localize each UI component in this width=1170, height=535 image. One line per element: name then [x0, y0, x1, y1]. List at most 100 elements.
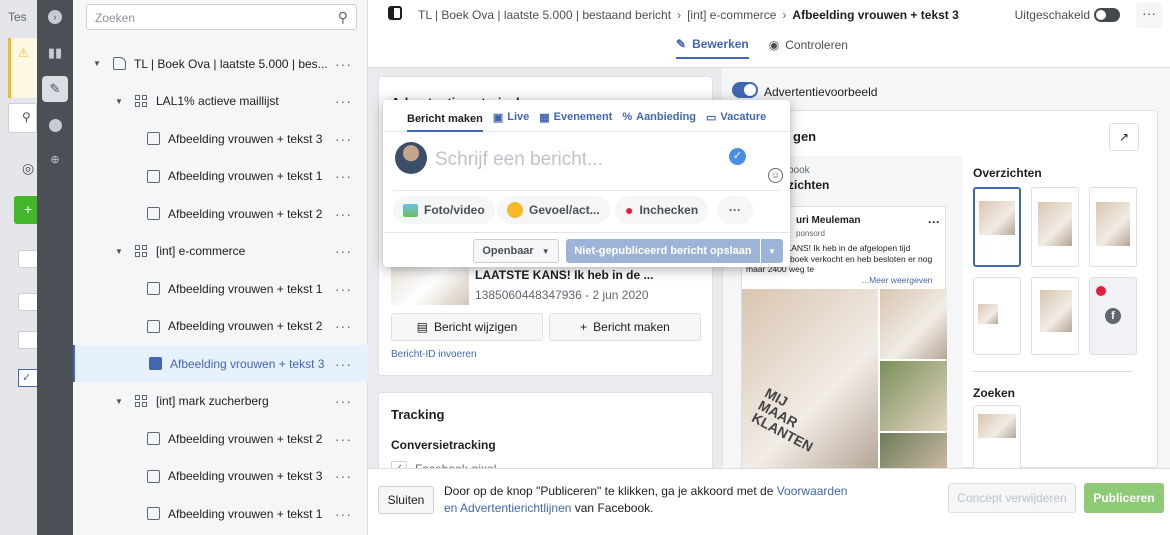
- row-checkbox-checked[interactable]: ✓: [18, 369, 37, 387]
- row-more-icon[interactable]: ···: [335, 468, 352, 484]
- placement-thumb[interactable]: f: [1089, 277, 1137, 355]
- tab-job[interactable]: ▭ Vacature: [706, 108, 766, 126]
- tree-adset-row[interactable]: ▼ [int] e-commerce ···: [73, 233, 368, 270]
- message-input[interactable]: Schrijf een bericht...: [435, 149, 603, 171]
- row-more-icon[interactable]: ···: [335, 506, 352, 522]
- conversion-tracking-label: Conversietracking: [391, 438, 496, 452]
- tab-edit[interactable]: ✎ Bewerken: [676, 37, 749, 59]
- enter-post-id-link[interactable]: Bericht-ID invoeren: [391, 349, 477, 360]
- tree-campaign-row[interactable]: ▼ TL | Boek Ova | laatste 5.000 | bes... ·…: [73, 45, 368, 82]
- close-button[interactable]: Sluiten: [378, 486, 434, 514]
- row-checkbox[interactable]: [18, 293, 37, 311]
- preview-header: gen: [793, 129, 817, 144]
- see-more-link[interactable]: ...Meer weergeven: [862, 275, 932, 285]
- tab-offer-label: Aanbieding: [636, 111, 697, 123]
- placement-thumb-selected[interactable]: [973, 187, 1021, 267]
- row-more-icon[interactable]: ···: [335, 431, 352, 447]
- tab-create-post[interactable]: Bericht maken: [407, 108, 483, 132]
- chart-button[interactable]: ▮▮: [42, 40, 68, 66]
- row-more-icon[interactable]: ···: [335, 281, 352, 297]
- placement-thumb[interactable]: [1031, 277, 1079, 355]
- history-button[interactable]: [42, 112, 68, 138]
- ad-icon: [147, 207, 160, 220]
- open-external-button[interactable]: ↗: [1109, 123, 1139, 151]
- tree-ad-row[interactable]: Afbeelding vrouwen + tekst 3 ···: [73, 120, 368, 157]
- tree-adset-row[interactable]: ▼ LAL1% actieve maillijst ···: [73, 83, 368, 120]
- search-input[interactable]: Zoeken: [95, 11, 135, 25]
- create-post-button[interactable]: + Bericht maken: [549, 313, 701, 341]
- caret-down-icon[interactable]: ▼: [115, 247, 125, 256]
- tree-ad-row[interactable]: Afbeelding vrouwen + tekst 1 ···: [73, 270, 368, 307]
- delete-draft-button[interactable]: Concept verwijderen: [948, 483, 1076, 513]
- breadcrumb-campaign[interactable]: TL | Boek Ova | laatste 5.000 | bestaand…: [418, 8, 671, 22]
- row-more-icon[interactable]: ···: [335, 318, 352, 334]
- tab-event[interactable]: ▦ Evenement: [539, 108, 612, 126]
- row-more-icon[interactable]: ···: [335, 56, 352, 72]
- create-button[interactable]: +: [14, 196, 37, 224]
- expand-button[interactable]: ›: [42, 4, 68, 30]
- emoji-icon[interactable]: ☺: [768, 168, 783, 183]
- caret-down-icon[interactable]: ▼: [93, 59, 103, 68]
- search-placement-thumb[interactable]: [973, 405, 1021, 469]
- row-checkbox[interactable]: [18, 250, 37, 268]
- search-tool[interactable]: ⚲: [8, 103, 37, 133]
- tree-ad-row[interactable]: Afbeelding vrouwen + tekst 1 ···: [73, 495, 368, 532]
- tree-ad-row[interactable]: Afbeelding vrouwen + tekst 2 ···: [73, 308, 368, 345]
- tree-row-label: TL | Boek Ova | laatste 5.000 | bes...: [134, 56, 328, 71]
- tab-review[interactable]: ◉ Controleren: [769, 37, 848, 59]
- row-more-icon[interactable]: ···: [335, 243, 352, 259]
- audience-label: Openbaar: [482, 245, 534, 257]
- breadcrumb-ad: Afbeelding vrouwen + tekst 3: [792, 8, 959, 22]
- placement-thumb[interactable]: [1031, 187, 1079, 267]
- breadcrumb-adset[interactable]: [int] e-commerce: [687, 8, 776, 22]
- tree-ad-row[interactable]: Afbeelding vrouwen + tekst 3 ···: [73, 458, 368, 495]
- image-tile-2: [880, 361, 947, 431]
- post-thumbnail: [391, 265, 469, 305]
- audience-select[interactable]: Openbaar ▼: [473, 239, 559, 263]
- panel-toggle-icon[interactable]: [388, 6, 402, 20]
- more-button[interactable]: ···: [1136, 2, 1162, 28]
- tree-ad-row[interactable]: Afbeelding vrouwen + tekst 1 ···: [73, 158, 368, 195]
- checkin-button[interactable]: ● Inchecken: [615, 196, 709, 224]
- tree-search[interactable]: Zoeken ⚲: [86, 4, 357, 30]
- inspect-button[interactable]: ⊕: [42, 146, 68, 172]
- palette-icon[interactable]: ◎: [22, 160, 34, 177]
- caret-down-icon[interactable]: ▼: [115, 97, 125, 106]
- row-more-icon[interactable]: ···: [335, 168, 352, 184]
- row-more-icon[interactable]: ···: [335, 393, 352, 409]
- edit-button[interactable]: ✎: [42, 76, 68, 102]
- row-more-icon[interactable]: ···: [335, 93, 352, 109]
- more-actions-button[interactable]: ···: [717, 196, 753, 224]
- tree-ad-row[interactable]: Afbeelding vrouwen + tekst 3 ···: [73, 345, 368, 382]
- feeling-button[interactable]: Gevoel/act...: [497, 196, 610, 224]
- change-post-button[interactable]: ▤ Bericht wijzigen: [391, 313, 543, 341]
- row-checkbox[interactable]: [18, 331, 37, 349]
- tab-live[interactable]: ▣ Live: [493, 108, 529, 126]
- tree-ad-row[interactable]: Afbeelding vrouwen + tekst 2 ···: [73, 420, 368, 457]
- tab-offer[interactable]: % Aanbieding: [622, 108, 696, 126]
- tab-review-label: Controleren: [785, 38, 848, 52]
- tool-rail: › ▮▮ ✎ ⊕: [37, 0, 73, 535]
- placement-thumb[interactable]: [973, 277, 1021, 355]
- publish-button[interactable]: Publiceren: [1084, 483, 1164, 513]
- terms-suffix: van Facebook.: [571, 501, 654, 515]
- row-more-icon[interactable]: ···: [335, 206, 352, 222]
- tree-adset-row[interactable]: ▼ [int] mark zucherberg ···: [73, 383, 368, 420]
- post-options-icon[interactable]: ···: [928, 215, 940, 229]
- row-more-icon[interactable]: ···: [335, 131, 352, 147]
- placement-thumb[interactable]: [1089, 187, 1137, 267]
- preview-toggle[interactable]: [732, 82, 758, 98]
- search-icon: ⚲: [337, 9, 348, 25]
- chevron-right-icon: ›: [782, 8, 787, 22]
- photo-video-button[interactable]: Foto/video: [393, 196, 495, 224]
- save-options-dropdown[interactable]: ▼: [761, 239, 783, 263]
- terms-prefix: Door op de knop "Publiceren" te klikken,…: [444, 484, 777, 498]
- status-toggle[interactable]: [1094, 8, 1120, 22]
- caret-down-icon[interactable]: ▼: [115, 397, 125, 406]
- tree-ad-row[interactable]: Afbeelding vrouwen + tekst 2 ···: [73, 195, 368, 232]
- tab-job-label: Vacature: [720, 111, 767, 123]
- save-unpublished-button[interactable]: Niet-gepubliceerd bericht opslaan: [566, 239, 760, 263]
- create-post-label: Bericht maken: [593, 320, 670, 334]
- row-more-icon[interactable]: ···: [335, 356, 352, 372]
- photo-video-label: Foto/video: [424, 203, 485, 217]
